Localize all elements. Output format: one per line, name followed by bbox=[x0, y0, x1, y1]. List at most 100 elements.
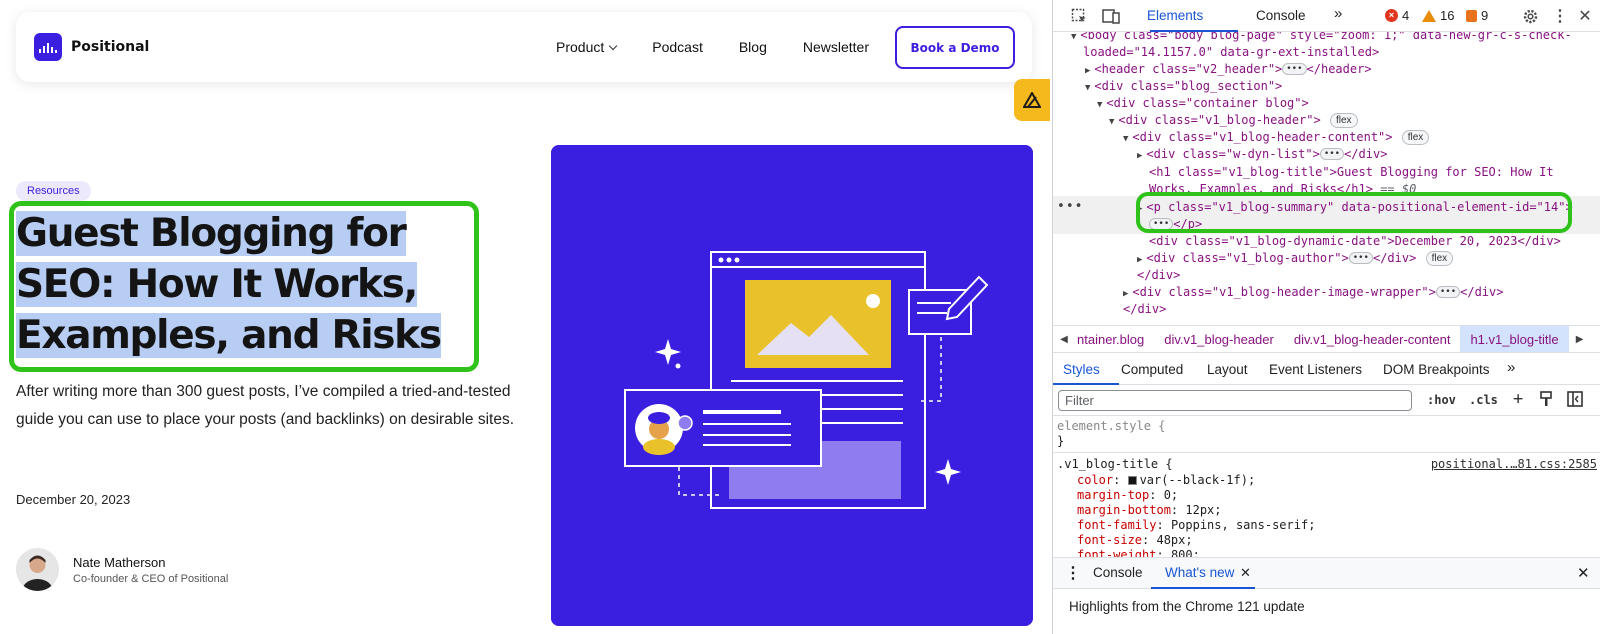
css-prop-value: 0; bbox=[1163, 488, 1179, 502]
issue-count-value: 9 bbox=[1481, 8, 1489, 23]
whats-new-headline[interactable]: Highlights from the Chrome 121 update bbox=[1069, 599, 1305, 614]
dom-node-close-content: </div> bbox=[1137, 267, 1180, 284]
ellipsis-badge[interactable]: ••• bbox=[1435, 286, 1461, 298]
styles-pane: element.style { } .v1_blog-title { posit… bbox=[1053, 417, 1600, 557]
css-prop-name: font-family bbox=[1077, 518, 1157, 532]
dom-text: </div> bbox=[1372, 251, 1417, 265]
flex-badge[interactable]: flex bbox=[1329, 113, 1358, 128]
css-prop-color[interactable]: color: var(--black-1f); bbox=[1077, 473, 1255, 488]
dom-text: </div> bbox=[1123, 302, 1167, 316]
more-subtabs-icon[interactable]: » bbox=[1507, 359, 1515, 376]
ellipsis-badge[interactable]: ••• bbox=[1282, 63, 1307, 75]
flex-badge[interactable]: flex bbox=[1401, 130, 1430, 145]
subtab-event-listeners[interactable]: Event Listeners bbox=[1269, 362, 1362, 377]
title-line-1: Guest Blogging for bbox=[16, 211, 407, 256]
css-prop-value: 48px; bbox=[1156, 533, 1193, 547]
site-logo[interactable]: Positional bbox=[34, 33, 149, 61]
node-actions-icon[interactable]: ••• bbox=[1057, 198, 1083, 215]
css-prop-margin-bottom[interactable]: margin-bottom: 12px; bbox=[1077, 503, 1222, 518]
breadcrumb-blog-title[interactable]: h1.v1_blog-title bbox=[1460, 326, 1569, 352]
element-style-selector[interactable]: element.style { bbox=[1057, 419, 1165, 434]
collapsed-triangle-icon: ▶ bbox=[1085, 66, 1091, 76]
more-tabs-icon[interactable]: » bbox=[1334, 5, 1342, 22]
extension-logo-icon bbox=[1023, 92, 1041, 108]
close-drawer-icon[interactable]: ✕ bbox=[1577, 564, 1590, 582]
css-prop-margin-top[interactable]: margin-top: 0; bbox=[1077, 488, 1178, 503]
css-prop-value: var(--black-1f); bbox=[1139, 473, 1256, 487]
flex-badge[interactable]: flex bbox=[1425, 251, 1454, 266]
rule-source-link[interactable]: positional.…81.css:2585 bbox=[1431, 457, 1597, 472]
active-drawer-tab-indicator bbox=[1151, 587, 1255, 589]
extension-badge[interactable] bbox=[1014, 79, 1050, 121]
ellipsis-badge[interactable]: ••• bbox=[1319, 148, 1345, 160]
expanded-triangle-icon: ▼ bbox=[1085, 83, 1091, 93]
collapsed-triangle-icon: ▶ bbox=[1137, 255, 1143, 265]
color-swatch-icon[interactable] bbox=[1127, 476, 1137, 485]
css-prop-value: Poppins, sans-serif; bbox=[1170, 518, 1316, 532]
hover-state-toggle[interactable]: :hov bbox=[1427, 393, 1456, 407]
css-prop-name: font-weight bbox=[1077, 548, 1157, 557]
subtab-styles[interactable]: Styles bbox=[1063, 362, 1100, 377]
dom-node-image-wrapper[interactable]: ▶ <div class="v1_blog-header-image-wrappe… bbox=[1123, 284, 1503, 303]
drawer-menu-icon[interactable]: ⋮ bbox=[1065, 563, 1081, 583]
subtab-computed[interactable]: Computed bbox=[1121, 362, 1183, 377]
warning-icon bbox=[1422, 9, 1436, 22]
dom-node-dyn-list[interactable]: ▶ <div class="w-dyn-list"> ••• </div> bbox=[1137, 146, 1387, 165]
toggle-sidebar-icon[interactable] bbox=[1567, 391, 1583, 410]
warning-count[interactable]: 16 bbox=[1422, 8, 1454, 23]
dom-text: <div class="v1_blog-dynamic-date">Decemb… bbox=[1149, 234, 1561, 248]
drawer-tab-console[interactable]: Console bbox=[1093, 565, 1143, 580]
breadcrumb-blog-header-content[interactable]: div.v1_blog-header-content bbox=[1284, 332, 1461, 347]
nav-blog[interactable]: Blog bbox=[739, 39, 767, 55]
device-toolbar-icon[interactable] bbox=[1101, 6, 1121, 26]
css-prop-font-size[interactable]: font-size: 48px; bbox=[1077, 533, 1193, 548]
dom-text: <div class="w-dyn-list"> bbox=[1146, 147, 1320, 161]
author-info: Nate Matherson Co-founder & CEO of Posit… bbox=[73, 555, 228, 585]
devtools-panel: Elements Console » × 4 16 9 ⋮ ✕ ••• ▼ <bod… bbox=[1052, 0, 1600, 634]
css-prop-value: 12px; bbox=[1185, 503, 1222, 517]
issue-count[interactable]: 9 bbox=[1466, 8, 1488, 23]
inspect-element-icon[interactable] bbox=[1069, 6, 1089, 26]
tab-console[interactable]: Console bbox=[1256, 8, 1306, 23]
element-style-close: } bbox=[1057, 434, 1065, 448]
dom-node-h1-title[interactable]: <h1 class="v1_blog-title">Guest Blogging… bbox=[1149, 164, 1554, 181]
css-prop-font-weight[interactable]: font-weight: 800; bbox=[1077, 548, 1200, 557]
dom-text: <body class="body blog-page" style="zoom… bbox=[1080, 32, 1572, 42]
drawer-tab-whats-new[interactable]: What's new bbox=[1165, 565, 1234, 580]
breadcrumb-right-arrow-icon[interactable]: ▶ bbox=[1569, 334, 1591, 345]
close-devtools-icon[interactable]: ✕ bbox=[1575, 6, 1595, 26]
class-toggle[interactable]: .cls bbox=[1469, 393, 1498, 407]
css-prop-font-family[interactable]: font-family: Poppins, sans-serif; bbox=[1077, 518, 1315, 533]
breadcrumb-left-arrow-icon[interactable]: ◀ bbox=[1053, 334, 1075, 345]
breadcrumb-blog-header[interactable]: div.v1_blog-header bbox=[1154, 332, 1284, 347]
error-count[interactable]: × 4 bbox=[1385, 8, 1409, 23]
ellipsis-badge[interactable]: ••• bbox=[1348, 252, 1373, 264]
rule-separator bbox=[1053, 452, 1600, 453]
category-tag[interactable]: Resources bbox=[16, 181, 91, 201]
dom-text: <h1 class="v1_blog-title">Guest Blogging… bbox=[1149, 165, 1554, 179]
close-tab-icon[interactable]: ✕ bbox=[1240, 565, 1251, 581]
paint-brush-icon[interactable] bbox=[1539, 391, 1553, 410]
site-header: Positional Product Podcast Blog Newslett… bbox=[16, 12, 1032, 82]
dom-node-close-header: </div> bbox=[1123, 301, 1166, 318]
dom-node-author[interactable]: ▶ <div class="v1_blog-author"> ••• </div> f… bbox=[1137, 250, 1454, 269]
kebab-menu-icon[interactable]: ⋮ bbox=[1550, 6, 1570, 26]
nav-product[interactable]: Product bbox=[556, 39, 618, 55]
new-style-rule-icon[interactable]: + bbox=[1513, 389, 1523, 409]
book-demo-button[interactable]: Book a Demo bbox=[895, 26, 1015, 69]
dom-text: <div class="v1_blog-author"> bbox=[1146, 251, 1349, 265]
nav-product-label: Product bbox=[556, 39, 605, 55]
rule-selector[interactable]: .v1_blog-title { bbox=[1057, 457, 1173, 472]
subtab-layout[interactable]: Layout bbox=[1207, 362, 1248, 377]
author-role: Co-founder & CEO of Positional bbox=[73, 572, 229, 585]
dom-node-date[interactable]: <div class="v1_blog-dynamic-date">Decemb… bbox=[1149, 233, 1561, 250]
author-name[interactable]: Nate Matherson bbox=[73, 555, 228, 570]
styles-filter-input[interactable] bbox=[1058, 390, 1412, 411]
nav-podcast[interactable]: Podcast bbox=[652, 39, 703, 55]
dom-tree: ••• ▼ <body class="body blog-page" style=… bbox=[1053, 32, 1600, 324]
settings-gear-icon[interactable] bbox=[1520, 6, 1540, 26]
nav-newsletter[interactable]: Newsletter bbox=[803, 39, 869, 55]
tab-elements[interactable]: Elements bbox=[1142, 8, 1208, 23]
subtab-dom-breakpoints[interactable]: DOM Breakpoints bbox=[1383, 362, 1490, 377]
breadcrumb-container[interactable]: ntainer.blog bbox=[1075, 332, 1154, 347]
